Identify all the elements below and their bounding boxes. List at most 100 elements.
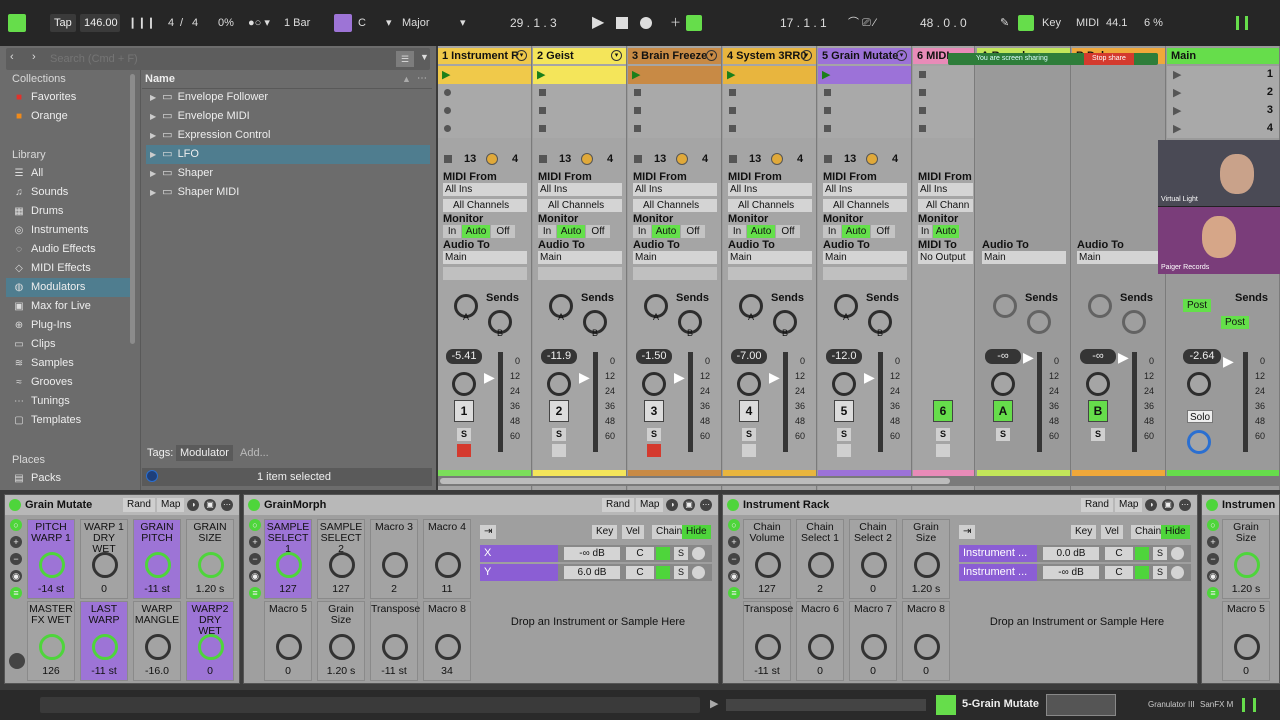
key-select[interactable]: C	[358, 14, 366, 32]
sidebar-item-max-for-live[interactable]: ▣ Max for Live	[12, 297, 91, 316]
clip-slot[interactable]	[533, 102, 626, 120]
macro-knob[interactable]	[1234, 552, 1260, 578]
clip-slot[interactable]	[438, 120, 531, 138]
audio-to-channel-select[interactable]	[538, 267, 622, 280]
rand-button[interactable]: Rand	[123, 498, 155, 512]
search-input[interactable]	[50, 51, 350, 67]
sidebar-item-grooves[interactable]: ≈ Grooves	[12, 373, 72, 392]
macro-1[interactable]: SAMPLE SELECT 1 127	[264, 519, 312, 599]
macro-2[interactable]: WARP 1 DRY WET 0	[80, 519, 128, 599]
sort-icon[interactable]: ▲	[402, 74, 411, 84]
monitor-in-button[interactable]: In	[918, 225, 932, 238]
more-icon[interactable]: ⋯	[417, 73, 427, 84]
macro-knob[interactable]	[435, 552, 461, 578]
lfo-icon[interactable]: ◉	[249, 570, 261, 582]
audio-to-select[interactable]: Main	[633, 251, 717, 264]
sidebar-item-instruments[interactable]: ◎ Instruments	[12, 221, 89, 240]
rand-button[interactable]: Rand	[1081, 498, 1113, 512]
chain-volume[interactable]: 6.0 dB	[564, 566, 620, 579]
edit-icon[interactable]	[9, 653, 25, 669]
monitor-off-button[interactable]: Off	[776, 225, 800, 238]
clip-slot[interactable]	[913, 120, 974, 138]
save-preset-icon[interactable]: ◑	[1145, 499, 1157, 511]
remove-icon[interactable]: −	[1207, 553, 1219, 565]
send-a-knob[interactable]	[1088, 294, 1112, 318]
chain-hotswap-icon[interactable]	[692, 547, 705, 560]
device-on-icon[interactable]	[727, 499, 739, 511]
metronome-icon[interactable]: ❙❙❙	[128, 14, 156, 32]
expand-arrow-icon[interactable]: ▶	[150, 188, 156, 197]
track-activator-button[interactable]: 6	[933, 400, 953, 422]
macro-knob[interactable]	[755, 552, 781, 578]
arm-button[interactable]	[742, 444, 756, 457]
lfo-icon[interactable]: ◉	[728, 570, 740, 582]
chain-tab-key[interactable]: Key	[1071, 525, 1097, 539]
chevron-down-icon[interactable]: ▼	[420, 52, 429, 62]
chain-tab-vel[interactable]: Vel	[622, 525, 644, 539]
volume-field[interactable]: -∞	[985, 349, 1021, 364]
automation-arm-icon[interactable]	[686, 15, 702, 31]
track-menu-icon[interactable]: ▾	[801, 50, 812, 61]
key-scale-icon[interactable]	[334, 14, 352, 32]
sidebar-item-tunings[interactable]: ⋯ Tunings	[12, 392, 70, 411]
volume-slider-handle[interactable]: ▶	[1118, 349, 1129, 366]
clip-slot[interactable]	[533, 84, 626, 102]
sidebar-scrollbar[interactable]	[130, 74, 135, 344]
clip-slot-playing[interactable]: ▶	[723, 66, 816, 84]
midi-from-select[interactable]: All Ins	[823, 183, 907, 196]
chain-hotswap-icon[interactable]	[1171, 566, 1184, 579]
pan-knob[interactable]	[547, 372, 571, 396]
volume-slider-handle[interactable]: ▶	[674, 369, 685, 386]
macro-knob[interactable]	[808, 552, 834, 578]
post-button-b[interactable]: Post	[1221, 316, 1249, 329]
tag-chip[interactable]: Modulator	[176, 445, 233, 461]
chain-row[interactable]: Y 6.0 dB C S	[480, 564, 712, 581]
macro-knob[interactable]	[914, 552, 940, 578]
volume-field[interactable]: -5.41	[446, 349, 482, 364]
chain-pan[interactable]: C	[626, 566, 654, 579]
macro-knob[interactable]	[92, 634, 118, 660]
track-menu-icon[interactable]: ▾	[611, 50, 622, 61]
monitor-off-button[interactable]: Off	[681, 225, 705, 238]
macro-knob[interactable]	[145, 552, 171, 578]
solo-mode-button[interactable]: Solo	[1187, 410, 1213, 423]
pan-knob[interactable]	[452, 372, 476, 396]
chain-volume[interactable]: -∞ dB	[564, 547, 620, 560]
macro-knob[interactable]	[914, 634, 940, 660]
map-button[interactable]: Map	[157, 498, 185, 512]
chain-solo-button[interactable]: S	[674, 547, 688, 560]
clip-slot[interactable]	[818, 120, 911, 138]
macro-1[interactable]: Grain Size 1.20 s	[1222, 519, 1270, 599]
track-activator-button[interactable]: 2	[549, 400, 569, 422]
expand-arrow-icon[interactable]: ▶	[150, 169, 156, 178]
midi-to-select[interactable]: No Output	[918, 251, 973, 264]
macro-knob[interactable]	[861, 552, 887, 578]
scene-launch[interactable]: ▶ 3	[1167, 102, 1279, 120]
rand-button[interactable]: Rand	[602, 498, 634, 512]
macro-1[interactable]: PITCH WARP 1 -14 st	[27, 519, 75, 599]
loop-length-field[interactable]: 48 . 0 . 0	[920, 14, 967, 32]
audio-to-select[interactable]: Main	[728, 251, 812, 264]
volume-slider-handle[interactable]: ▶	[1223, 353, 1234, 370]
midi-from-select[interactable]: All Ins	[538, 183, 622, 196]
chain-arrow-icon[interactable]: ⇥	[480, 525, 497, 539]
clip-slot[interactable]	[913, 102, 974, 120]
track-menu-icon[interactable]: ▾	[706, 50, 717, 61]
chain-activator-icon[interactable]	[1135, 566, 1149, 579]
browser-item[interactable]: ▶ ▭ LFO	[146, 145, 430, 164]
macro-knob[interactable]	[39, 634, 65, 660]
macro-knob[interactable]	[276, 634, 302, 660]
chain-activator-icon[interactable]	[1135, 547, 1149, 560]
plugin-name-2[interactable]: SanFX M	[1200, 700, 1233, 709]
audio-to-select[interactable]: Main	[823, 251, 907, 264]
sidebar-item-modulators[interactable]: ◍ Modulators	[6, 278, 130, 297]
audio-to-select[interactable]: Main	[443, 251, 527, 264]
draw-mode-icon[interactable]: ✎	[1000, 14, 1009, 32]
track-activator-button[interactable]: A	[993, 400, 1013, 422]
volume-slider-handle[interactable]: ▶	[579, 369, 590, 386]
chain-tab-hide[interactable]: Hide	[682, 525, 711, 539]
midi-from-select[interactable]: All Ins	[918, 183, 973, 196]
clip-slot[interactable]	[723, 120, 816, 138]
monitor-in-button[interactable]: In	[728, 225, 746, 238]
expand-arrow-icon[interactable]: ▶	[150, 131, 156, 140]
